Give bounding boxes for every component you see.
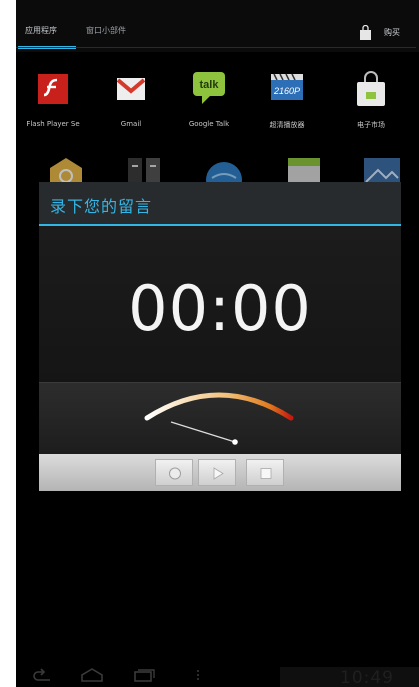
video-player-icon: 2160P: [271, 73, 303, 100]
svg-text:talk: talk: [200, 79, 220, 91]
email-icon: [50, 158, 82, 184]
record-message-dialog: 录下您的留言 00:00: [39, 182, 401, 491]
dialog-header: 录下您的留言: [39, 182, 401, 224]
tab-widgets[interactable]: 窗口小部件: [86, 25, 126, 36]
app-flash-player[interactable]: Flash Player Se: [16, 70, 90, 140]
shopping-bag-icon[interactable]: [359, 25, 372, 40]
app-label: 电子市场: [357, 121, 385, 129]
stop-icon: [260, 468, 272, 479]
app-gmail[interactable]: Gmail: [94, 70, 168, 140]
playback-controls: [39, 454, 401, 491]
svg-text:2160P: 2160P: [273, 86, 300, 96]
app-google-talk[interactable]: talk Google Talk: [172, 70, 246, 140]
app-label: Flash Player Se: [26, 120, 80, 128]
calendar-icon: [288, 158, 320, 186]
google-talk-icon: talk: [193, 72, 225, 104]
market-icon: [357, 71, 385, 106]
home-icon[interactable]: [80, 668, 104, 682]
menu-dots-icon[interactable]: [186, 668, 210, 682]
record-icon: [169, 467, 181, 480]
gallery-icon: [364, 158, 400, 186]
status-area[interactable]: 10:49: [280, 667, 419, 687]
timer-panel: 00:00: [39, 226, 401, 382]
record-button[interactable]: [155, 459, 193, 486]
recent-apps-icon[interactable]: [132, 668, 156, 682]
flash-player-icon: [38, 74, 68, 104]
back-icon[interactable]: [30, 668, 54, 682]
app-market[interactable]: 电子市场: [334, 70, 408, 140]
stop-button[interactable]: [246, 459, 284, 486]
gmail-icon: [116, 78, 146, 100]
app-label: 超清播放器: [269, 121, 305, 129]
clock: 10:49: [340, 668, 394, 687]
level-meter-panel: [39, 382, 401, 454]
app-label: Google Talk: [188, 120, 230, 128]
app-video-player[interactable]: 2160P 超清播放器: [250, 70, 324, 140]
browser-icon: [206, 162, 242, 186]
launcher-top-bar: 应用程序 窗口小部件 购买: [16, 0, 419, 52]
shop-label[interactable]: 购买: [384, 27, 400, 38]
tab-divider: [16, 47, 416, 48]
play-icon: [213, 467, 224, 480]
dialog-title: 录下您的留言: [50, 197, 153, 216]
calculator-icon: [128, 158, 160, 186]
tab-apps[interactable]: 应用程序: [25, 25, 57, 36]
android-screen: 应用程序 窗口小部件 购买 Flash Player Se Gmail talk: [16, 0, 419, 687]
play-button[interactable]: [198, 459, 236, 486]
recording-timer: 00:00: [128, 272, 312, 345]
vu-meter-icon: [144, 392, 294, 445]
app-label: Gmail: [120, 120, 142, 128]
